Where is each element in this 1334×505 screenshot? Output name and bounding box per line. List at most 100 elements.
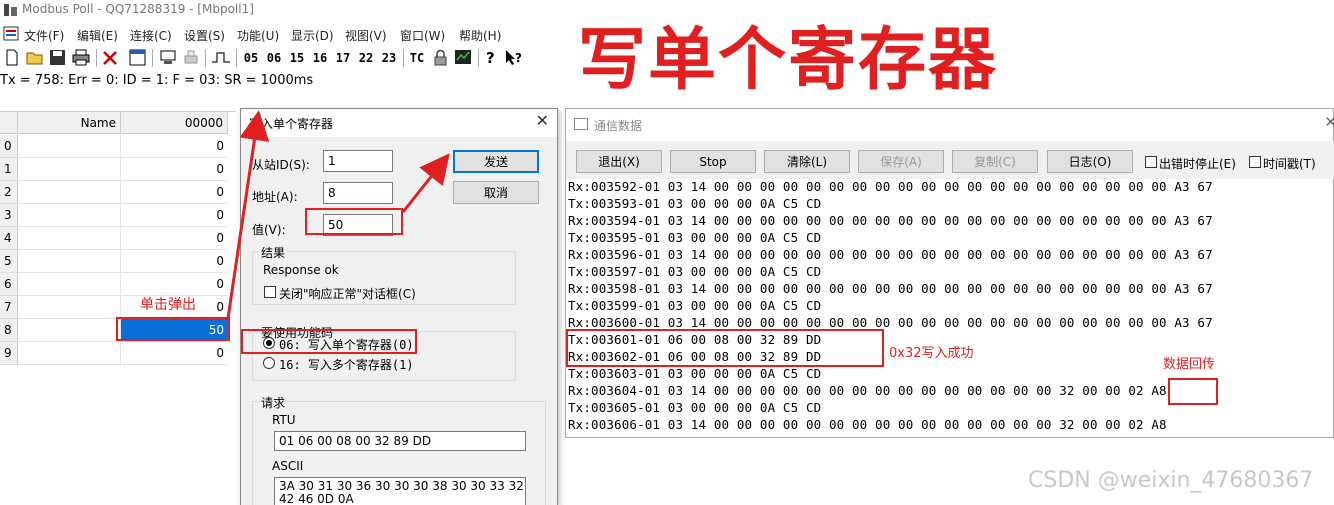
- log-line: Tx:003593-01 03 00 00 00 0A C5 CD: [568, 196, 822, 211]
- row-number: 0: [0, 135, 18, 158]
- close-icon[interactable]: ✕: [536, 111, 549, 130]
- fc-06-button[interactable]: 06: [263, 48, 285, 68]
- annotation-box-cell: [116, 317, 230, 341]
- slave-id-input[interactable]: 1: [323, 150, 393, 172]
- window-icon[interactable]: [129, 49, 146, 66]
- menu-bar: 文件(F) 编辑(E) 连接(C) 设置(S) 功能(U) 显示(D) 视图(V…: [0, 24, 560, 44]
- address-input[interactable]: 8: [323, 182, 393, 204]
- fc-23-button[interactable]: 23: [378, 48, 400, 68]
- value-cell[interactable]: 0: [121, 135, 228, 158]
- stop-button[interactable]: Stop: [670, 150, 756, 173]
- communication-window: 通信数据 ✕ 退出(X) Stop 清除(L) 保存(A) 复制(C) 日志(O…: [565, 108, 1334, 438]
- value-cell[interactable]: 0: [121, 204, 228, 227]
- name-cell[interactable]: [18, 319, 121, 342]
- fc16-label: 16: 写入多个寄存器(1): [279, 358, 414, 372]
- copy-button[interactable]: 复制(C): [952, 150, 1038, 173]
- ascii-field[interactable]: 3A 30 31 30 36 30 30 30 38 30 30 33 32 4…: [274, 477, 526, 505]
- name-cell[interactable]: [18, 342, 121, 365]
- printer-disabled-icon[interactable]: [182, 49, 200, 66]
- send-button[interactable]: 发送: [453, 150, 539, 173]
- fc-16-button[interactable]: 16: [309, 48, 331, 68]
- address-label: 地址(A):: [252, 190, 298, 204]
- name-cell[interactable]: [18, 181, 121, 204]
- modbus-app-icon: [4, 4, 17, 16]
- menu-setup[interactable]: 设置(S): [184, 27, 225, 44]
- cancel-button[interactable]: 取消: [453, 181, 539, 204]
- row-number: 2: [0, 181, 18, 204]
- menu-view[interactable]: 视图(V): [345, 27, 387, 44]
- menu-edit[interactable]: 编辑(E): [77, 27, 118, 44]
- row-number: 3: [0, 204, 18, 227]
- menu-help[interactable]: 帮助(H): [459, 27, 501, 44]
- document-menu-icon[interactable]: [3, 26, 19, 41]
- fc-tc-button[interactable]: TC: [406, 48, 428, 68]
- print-icon[interactable]: [72, 49, 90, 66]
- monitor-icon[interactable]: [454, 49, 472, 66]
- fc16-radio[interactable]: [263, 357, 275, 369]
- grid-header-address[interactable]: 00000: [121, 112, 228, 134]
- name-cell[interactable]: [18, 135, 121, 158]
- value-cell[interactable]: 0: [121, 158, 228, 181]
- value-cell[interactable]: 0: [121, 227, 228, 250]
- log-line: Rx:003596-01 03 14 00 00 00 00 00 00 00 …: [568, 247, 1213, 262]
- lock-icon[interactable]: [432, 49, 449, 66]
- close-dialog-label: 关闭"响应正常"对话框(C): [279, 287, 416, 301]
- pulse-icon[interactable]: [211, 49, 231, 66]
- toolbar-separator: [403, 49, 404, 67]
- clear-button[interactable]: 清除(L): [764, 150, 850, 173]
- toolbar-separator: [205, 49, 206, 67]
- svg-text:?: ?: [486, 49, 495, 66]
- open-folder-icon[interactable]: [26, 49, 44, 66]
- ascii-label: ASCII: [272, 459, 304, 473]
- fc-05-button[interactable]: 05: [240, 48, 262, 68]
- dialog-title: 写入单个寄存器: [249, 117, 334, 131]
- value-cell[interactable]: 0: [121, 342, 228, 365]
- log-line: Tx:003599-01 03 00 00 00 0A C5 CD: [568, 298, 822, 313]
- name-cell[interactable]: [18, 158, 121, 181]
- stop-on-error-checkbox[interactable]: [1145, 156, 1157, 168]
- row-number: 5: [0, 250, 18, 273]
- close-icon[interactable]: ✕: [1324, 113, 1334, 131]
- rtu-field[interactable]: 01 06 00 08 00 32 89 DD: [274, 431, 526, 451]
- value-cell[interactable]: 0: [121, 181, 228, 204]
- name-cell[interactable]: [18, 273, 121, 296]
- close-dialog-checkbox[interactable]: [264, 286, 276, 298]
- screenshot-root: Modbus Poll - QQ71288319 - [Mbpoll1] 文件(…: [0, 0, 1334, 505]
- grid-header-name[interactable]: Name: [18, 112, 121, 134]
- menu-window[interactable]: 窗口(W): [400, 27, 445, 44]
- row-number: 6: [0, 273, 18, 296]
- row-number: 9: [0, 342, 18, 365]
- annotation-box-fc06: [241, 329, 417, 354]
- fc-17-button[interactable]: 17: [332, 48, 354, 68]
- disconnect-icon[interactable]: [102, 50, 118, 66]
- log-button[interactable]: 日志(O): [1047, 150, 1133, 173]
- name-cell[interactable]: [18, 204, 121, 227]
- value-cell[interactable]: 0: [121, 250, 228, 273]
- exit-button[interactable]: 退出(X): [576, 150, 662, 173]
- menu-file[interactable]: 文件(F): [24, 27, 64, 44]
- fc-15-button[interactable]: 15: [286, 48, 308, 68]
- name-cell[interactable]: [18, 296, 121, 319]
- dialog-body: 从站ID(S): 1 地址(A): 8 值(V): 50 发送 取消 结果 Re…: [241, 137, 557, 505]
- watermark: CSDN @weixin_47680367: [1028, 468, 1314, 493]
- save-button[interactable]: 保存(A): [858, 150, 944, 173]
- write-register-dialog: 写入单个寄存器 ✕ 从站ID(S): 1 地址(A): 8 值(V): 50 发…: [240, 108, 558, 505]
- context-help-icon[interactable]: ?: [504, 49, 524, 66]
- help-icon[interactable]: ?: [484, 49, 498, 66]
- timestamp-checkbox[interactable]: [1249, 156, 1261, 168]
- new-file-icon[interactable]: [4, 49, 20, 66]
- menu-functions[interactable]: 功能(U): [237, 27, 279, 44]
- value-cell[interactable]: 0: [121, 273, 228, 296]
- row-number: 4: [0, 227, 18, 250]
- request-group-label: 请求: [259, 394, 288, 411]
- log-line: Rx:003592-01 03 14 00 00 00 00 00 00 00 …: [568, 179, 1213, 194]
- read-device-icon[interactable]: [159, 49, 177, 66]
- toolbar-separator: [236, 49, 237, 67]
- slave-id-label: 从站ID(S):: [252, 158, 310, 172]
- name-cell[interactable]: [18, 250, 121, 273]
- menu-display[interactable]: 显示(D): [291, 27, 334, 44]
- name-cell[interactable]: [18, 227, 121, 250]
- save-icon[interactable]: [49, 49, 66, 66]
- menu-connection[interactable]: 连接(C): [130, 27, 172, 44]
- fc-22-button[interactable]: 22: [355, 48, 377, 68]
